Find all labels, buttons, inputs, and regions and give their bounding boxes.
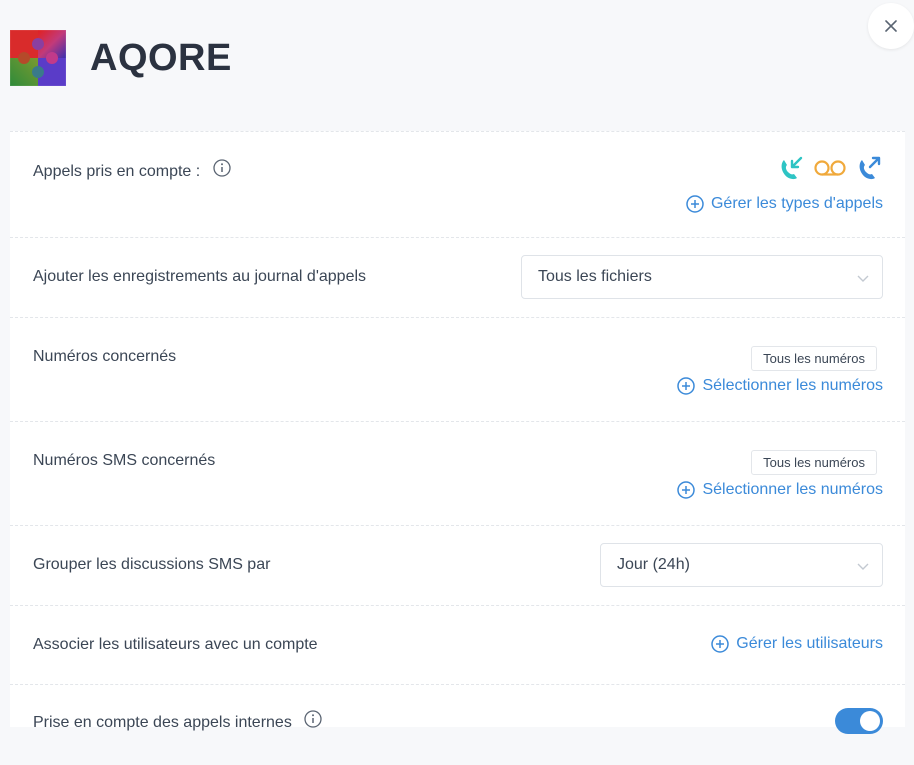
row-internal-calls: Prise en compte des appels internes (10, 685, 905, 765)
manage-call-types-link[interactable]: Gérer les types d'appels (686, 195, 883, 213)
select-sms-numbers-link[interactable]: Sélectionner les numéros (677, 481, 883, 499)
sms-numbers-label: Numéros SMS concernés (33, 452, 216, 469)
plus-circle-icon (677, 481, 696, 499)
group-sms-label: Grouper les discussions SMS par (33, 556, 271, 573)
row-calls: Appels pris en compte : Gérer les types … (10, 132, 905, 238)
close-icon (885, 20, 897, 32)
row-group-sms: Grouper les discussions SMS par Jour (24… (10, 526, 905, 606)
group-sms-select-value: Jour (24h) (617, 556, 690, 573)
users-label: Associer les utilisateurs avec un compte (33, 636, 318, 653)
numbers-tag: Tous les numéros (751, 346, 877, 371)
internal-calls-toggle[interactable] (835, 708, 883, 734)
manage-users-link[interactable]: Gérer les utilisateurs (711, 635, 883, 653)
plus-circle-icon (686, 195, 704, 213)
app-title: AQORE (90, 36, 232, 79)
recordings-select[interactable]: Tous les fichiers (521, 255, 883, 299)
manage-users-label: Gérer les utilisateurs (736, 635, 883, 652)
chevron-down-icon (857, 275, 869, 282)
app-header: AQORE (10, 30, 232, 86)
row-sms-numbers: Numéros SMS concernés Tous les numéros S… (10, 422, 905, 526)
app-logo (10, 30, 66, 86)
calls-label-wrap: Appels pris en compte : (33, 159, 231, 181)
numbers-label: Numéros concernés (33, 348, 177, 365)
calls-label: Appels pris en compte : (33, 163, 201, 180)
close-button[interactable] (868, 3, 914, 49)
plus-circle-icon (711, 635, 730, 653)
call-type-icons (777, 154, 883, 182)
voicemail-icon (814, 160, 846, 176)
select-numbers-label: Sélectionner les numéros (702, 377, 883, 394)
recordings-label: Ajouter les enregistrements au journal d… (33, 268, 367, 285)
toggle-knob (860, 711, 880, 731)
internal-label-wrap: Prise en compte des appels internes (33, 710, 322, 732)
internal-calls-label: Prise en compte des appels internes (33, 714, 292, 731)
manage-call-types-label: Gérer les types d'appels (710, 195, 883, 212)
plus-circle-icon (677, 377, 696, 395)
row-numbers: Numéros concernés Tous les numéros Sélec… (10, 318, 905, 422)
outgoing-call-icon (859, 156, 881, 180)
incoming-call-icon (781, 156, 803, 180)
select-numbers-link[interactable]: Sélectionner les numéros (677, 377, 883, 395)
chevron-down-icon (857, 563, 869, 570)
row-users: Associer les utilisateurs avec un compte… (10, 606, 905, 685)
settings-panel: Appels pris en compte : Gérer les types … (10, 131, 905, 734)
info-icon[interactable] (304, 710, 322, 728)
recordings-select-value: Tous les fichiers (538, 268, 652, 285)
group-sms-select[interactable]: Jour (24h) (600, 543, 883, 587)
info-icon[interactable] (213, 159, 231, 177)
select-sms-numbers-label: Sélectionner les numéros (702, 481, 883, 498)
sms-numbers-tag: Tous les numéros (751, 450, 877, 475)
row-recordings: Ajouter les enregistrements au journal d… (10, 238, 905, 318)
